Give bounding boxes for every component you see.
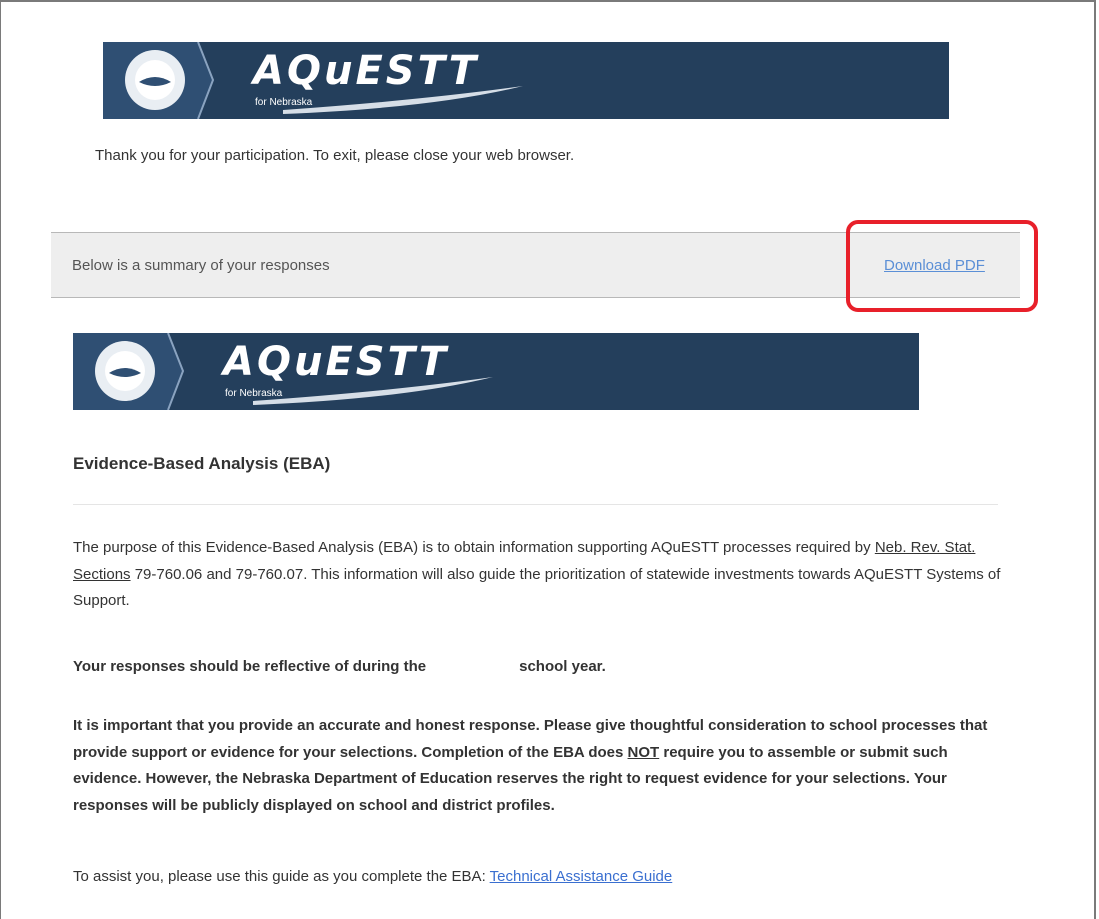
purpose-paragraph: The purpose of this Evidence-Based Analy… (73, 535, 1003, 615)
aquestt-banner-form: AQuESTT for Nebraska (73, 333, 919, 410)
not-emphasis: NOT (627, 743, 660, 761)
brand-logo-text: AQuESTT (253, 48, 480, 94)
form-heading: Evidence-Based Analysis (EBA) (73, 454, 331, 473)
purpose-text-continued: 79-760.06 and 79-760.07. This informatio… (73, 565, 1001, 610)
banner-graphic (103, 42, 523, 119)
download-highlight-annotation (846, 220, 1038, 312)
summary-text: Below is a summary of your responses (72, 257, 330, 274)
reflective-text: Your responses should be reflective of d… (73, 658, 427, 675)
thank-you-message: Thank you for your participation. To exi… (95, 147, 575, 164)
honesty-notice: It is important that you provide an accu… (73, 713, 1003, 819)
reflective-text-end: school year. (519, 658, 606, 675)
brand-logo-text: AQuESTT (223, 339, 450, 385)
banner-graphic (73, 333, 493, 410)
technical-assistance-guide-link[interactable]: Technical Assistance Guide (490, 868, 673, 885)
brand-subtitle: for Nebraska (255, 97, 313, 108)
reflective-notice: Your responses should be reflective of d… (73, 654, 1003, 681)
guide-paragraph: To assist you, please use this guide as … (73, 864, 1003, 891)
brand-subtitle: for Nebraska (225, 388, 283, 399)
guide-text: To assist you, please use this guide as … (73, 868, 490, 885)
purpose-text: The purpose of this Evidence-Based Analy… (73, 539, 875, 556)
aquestt-banner-top: AQuESTT for Nebraska (103, 42, 949, 119)
divider (73, 504, 998, 505)
